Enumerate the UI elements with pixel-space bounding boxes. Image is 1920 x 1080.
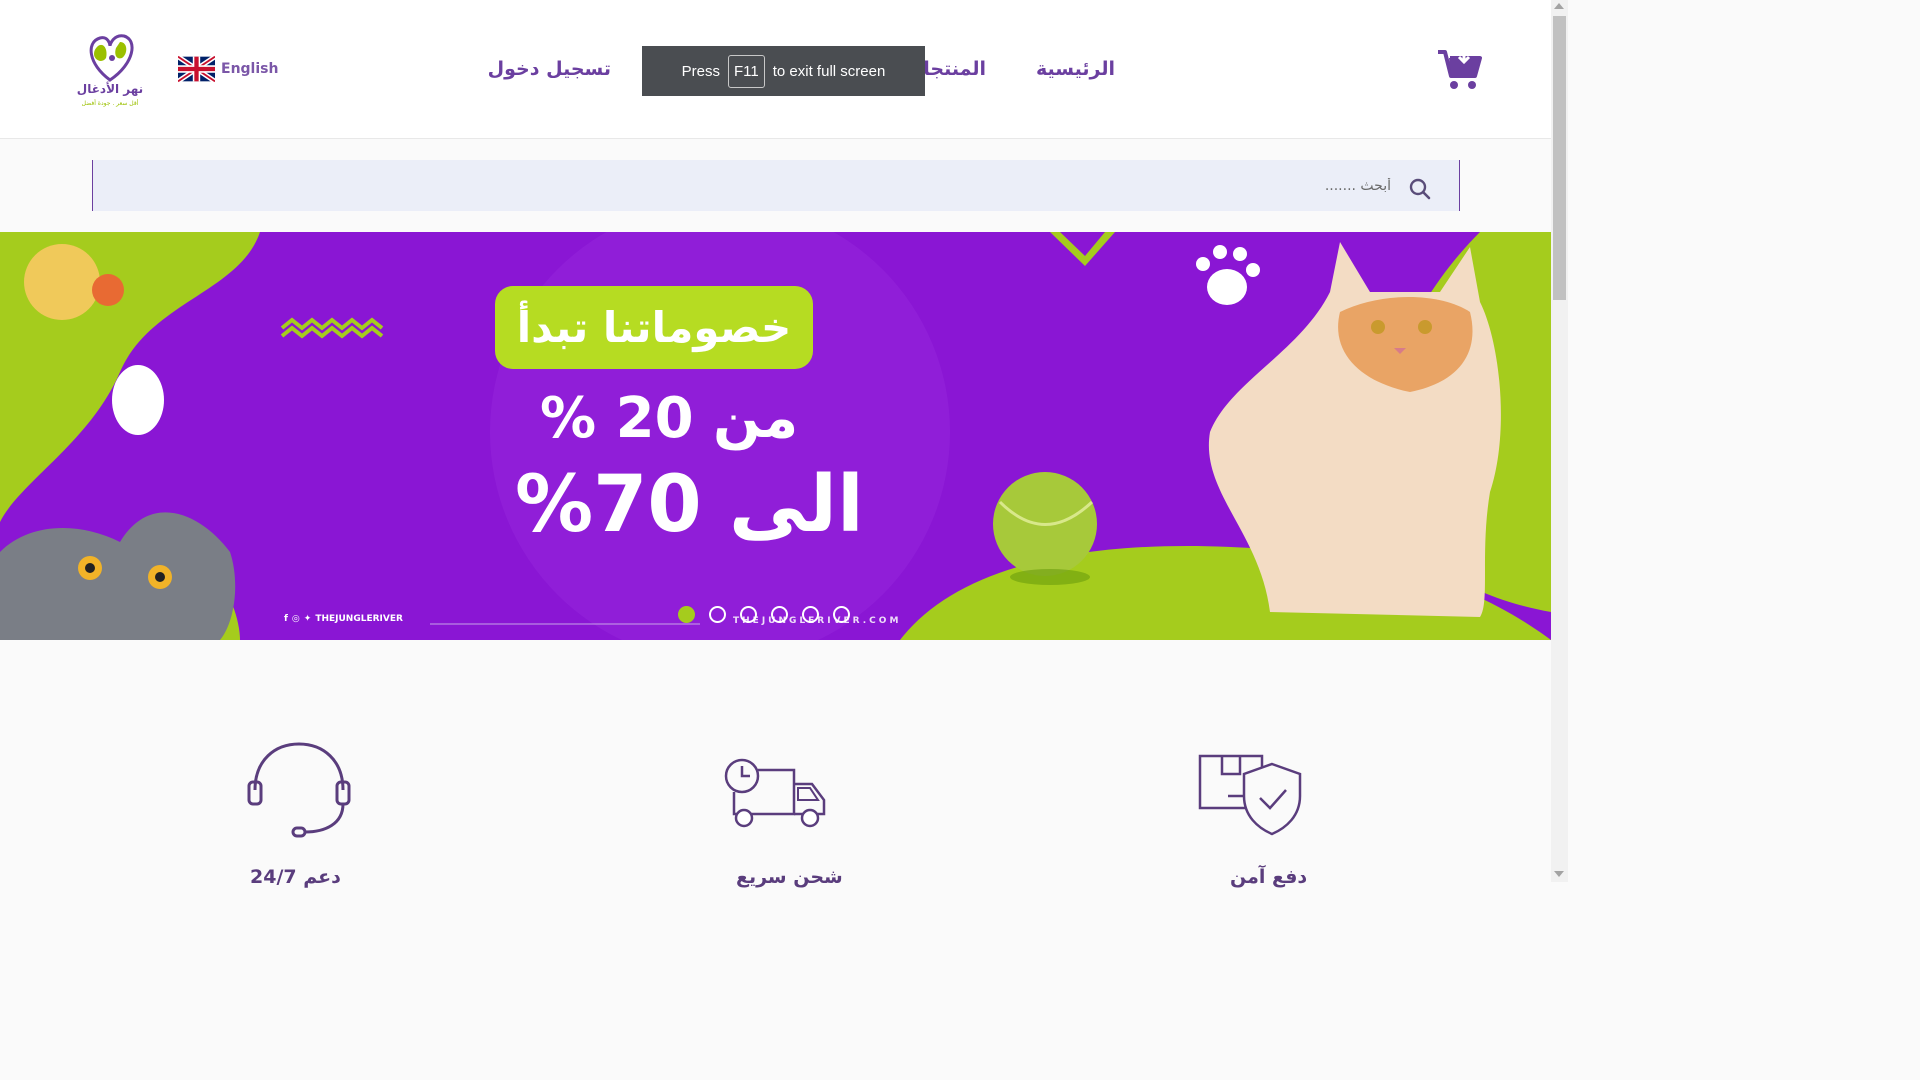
secure-package-icon <box>1198 754 1302 836</box>
fullscreen-toast: Press F11 to exit full screen <box>642 46 925 96</box>
feature-shipping-label: شحن سريع <box>736 866 843 888</box>
language-switch[interactable]: English <box>178 55 278 83</box>
language-label: English <box>221 61 279 77</box>
slider-dot-1[interactable] <box>678 606 695 623</box>
feature-support-label: 24/7 دعم <box>250 866 341 888</box>
slider-dot-4[interactable] <box>771 606 788 623</box>
scrollbar-thumb[interactable] <box>1553 16 1566 300</box>
toast-press: Press <box>681 62 721 80</box>
social-links: f ◎ ✦ THEJUNGLERIVER <box>284 614 403 624</box>
headset-icon <box>247 742 351 838</box>
slider-dots <box>678 606 850 623</box>
twitter-icon[interactable]: ✦ <box>304 614 312 624</box>
promo-line-from: من 20 % <box>540 386 799 451</box>
slider-dot-2[interactable] <box>709 606 726 623</box>
scroll-down-arrow-icon[interactable] <box>1554 871 1564 877</box>
site-header: الرئيسية المنتجات تسجيل دخول Press F11 t… <box>0 0 1551 139</box>
promo-line-to: الى 70% <box>515 460 864 550</box>
search-icon[interactable] <box>1409 178 1431 200</box>
uk-flag-icon <box>178 55 215 83</box>
scroll-up-arrow-icon[interactable] <box>1554 3 1564 9</box>
social-handle: THEJUNGLERIVER <box>315 614 403 624</box>
cart-icon[interactable] <box>1436 48 1482 90</box>
feature-payment-label: دفع آمن <box>1230 866 1308 888</box>
slider-dot-5[interactable] <box>802 606 819 623</box>
search-input[interactable] <box>489 170 1393 202</box>
instagram-icon[interactable]: ◎ <box>292 614 300 624</box>
nav-home[interactable]: الرئيسية <box>1036 58 1115 80</box>
slider-dot-3[interactable] <box>740 606 757 623</box>
logo-tagline: أقل سعر . جودة أفضل <box>81 100 139 107</box>
nav-login[interactable]: تسجيل دخول <box>488 58 611 80</box>
toast-rest: to exit full screen <box>772 62 886 80</box>
slider-dot-6[interactable] <box>833 606 850 623</box>
facebook-icon[interactable]: f <box>284 614 288 624</box>
toast-key: F11 <box>728 54 765 88</box>
search-bar <box>92 160 1460 211</box>
logo-text: نهر الأدغال <box>76 82 144 96</box>
delivery-truck-icon <box>724 758 826 828</box>
promo-headline: خصوماتنا تبدأ <box>495 286 813 369</box>
promo-banner[interactable]: خصوماتنا تبدأ من 20 % الى 70% f ◎ ✦ THEJ… <box>0 232 1551 640</box>
